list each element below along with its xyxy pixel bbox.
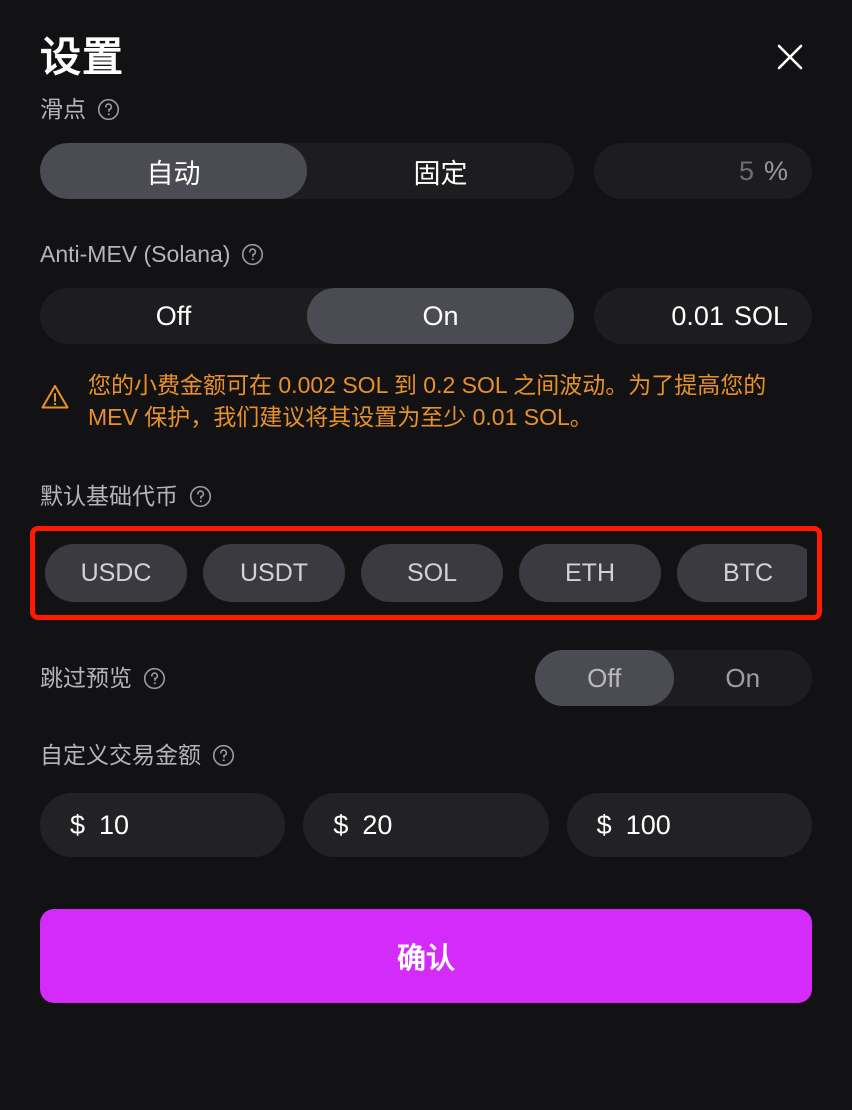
base-token-label-row: 默认基础代币 bbox=[40, 485, 812, 508]
custom-amount-input-1[interactable]: $ 10 bbox=[40, 793, 286, 858]
base-token-highlight-box: USDC USDT SOL ETH BTC bbox=[30, 526, 822, 621]
custom-amount-value-2: 20 bbox=[362, 809, 393, 840]
slippage-controls: 自动 固定 5 % bbox=[40, 143, 812, 199]
slippage-mode-auto[interactable]: 自动 bbox=[40, 143, 307, 199]
anti-mev-tip-value: 0.01 bbox=[671, 300, 724, 331]
token-chip-usdc[interactable]: USDC bbox=[45, 544, 187, 603]
anti-mev-label-row: Anti-MEV (Solana) bbox=[40, 243, 812, 266]
slippage-label-row: 滑点 bbox=[40, 98, 812, 121]
token-chip-btc[interactable]: BTC bbox=[677, 544, 807, 603]
page-title: 设置 bbox=[40, 33, 124, 80]
skip-preview-label-row: 跳过预览 bbox=[40, 664, 166, 691]
custom-amounts-label: 自定义交易金额 bbox=[40, 742, 201, 769]
anti-mev-off[interactable]: Off bbox=[40, 288, 307, 344]
skip-preview-off[interactable]: Off bbox=[535, 650, 674, 707]
help-circle-icon[interactable] bbox=[97, 98, 120, 121]
token-chip-usdt[interactable]: USDT bbox=[203, 544, 345, 603]
skip-preview-on[interactable]: On bbox=[674, 650, 813, 706]
currency-sign: $ bbox=[333, 809, 349, 840]
help-circle-icon[interactable] bbox=[189, 485, 212, 508]
warning-triangle-icon bbox=[41, 385, 69, 409]
custom-amount-value-1: 10 bbox=[99, 809, 130, 840]
custom-amount-input-2[interactable]: $ 20 bbox=[303, 793, 549, 858]
settings-panel: 设置 滑点 自动 固定 5 % Anti-MEV (Solana) Off On… bbox=[0, 0, 852, 1110]
anti-mev-label: Anti-MEV (Solana) bbox=[40, 241, 231, 267]
custom-amounts-row: $ 10 $ 20 $ 100 bbox=[40, 793, 812, 858]
panel-header: 设置 bbox=[40, 0, 812, 98]
base-token-label: 默认基础代币 bbox=[40, 483, 178, 510]
slippage-label: 滑点 bbox=[40, 96, 86, 122]
token-chip-eth[interactable]: ETH bbox=[519, 544, 661, 603]
base-token-row: USDC USDT SOL ETH BTC bbox=[45, 544, 807, 603]
currency-sign: $ bbox=[70, 809, 86, 840]
token-chip-sol[interactable]: SOL bbox=[361, 544, 503, 603]
help-circle-icon[interactable] bbox=[241, 243, 264, 266]
slippage-unit: % bbox=[763, 155, 788, 186]
custom-amount-input-3[interactable]: $ 100 bbox=[566, 793, 812, 858]
currency-sign: $ bbox=[596, 809, 612, 840]
confirm-button[interactable]: 确认 bbox=[40, 909, 812, 1004]
close-icon bbox=[777, 44, 803, 70]
custom-amounts-label-row: 自定义交易金额 bbox=[40, 744, 812, 767]
help-circle-icon[interactable] bbox=[143, 667, 166, 690]
slippage-value: 5 bbox=[738, 155, 754, 186]
slippage-value-input[interactable]: 5 % bbox=[594, 143, 812, 199]
custom-amount-value-3: 100 bbox=[625, 809, 671, 840]
anti-mev-warning: 您的小费金额可在 0.002 SOL 到 0.2 SOL 之间波动。为了提高您的… bbox=[40, 370, 812, 433]
skip-preview-row: 跳过预览 Off On bbox=[40, 650, 813, 707]
anti-mev-segmented: Off On bbox=[40, 288, 574, 344]
anti-mev-controls: Off On 0.01 SOL bbox=[40, 288, 812, 344]
anti-mev-tip-input[interactable]: 0.01 SOL bbox=[594, 288, 812, 344]
anti-mev-tip-unit: SOL bbox=[733, 300, 788, 331]
skip-preview-label: 跳过预览 bbox=[40, 664, 132, 691]
slippage-mode-segmented: 自动 固定 bbox=[40, 143, 574, 199]
anti-mev-on[interactable]: On bbox=[307, 288, 574, 344]
anti-mev-warning-text: 您的小费金额可在 0.002 SOL 到 0.2 SOL 之间波动。为了提高您的… bbox=[88, 372, 767, 430]
skip-preview-segmented: Off On bbox=[535, 650, 813, 707]
help-circle-icon[interactable] bbox=[212, 744, 235, 767]
close-button[interactable] bbox=[768, 35, 812, 79]
slippage-mode-fixed[interactable]: 固定 bbox=[307, 143, 574, 199]
